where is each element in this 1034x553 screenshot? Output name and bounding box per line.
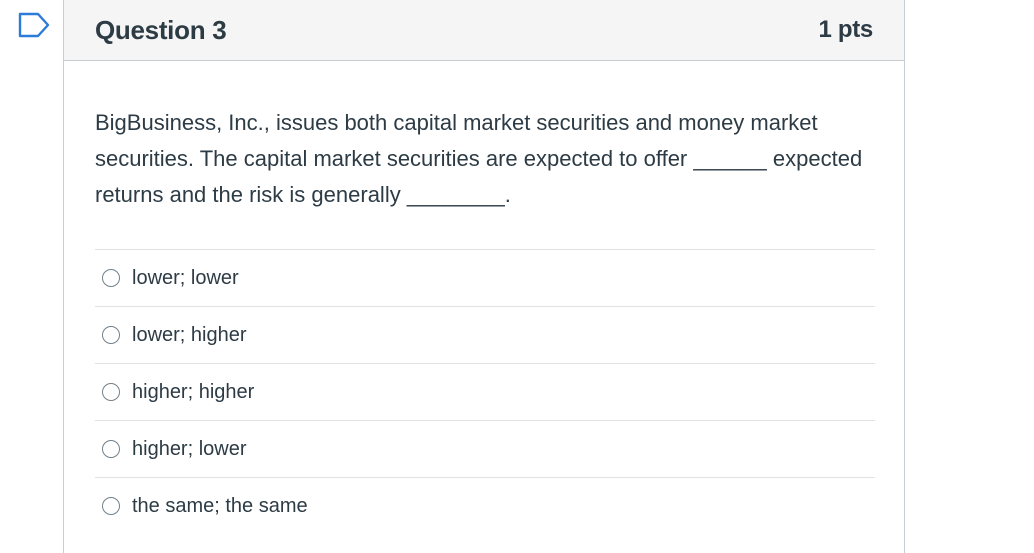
answer-label: the same; the same bbox=[132, 494, 308, 517]
answer-list: lower; lower lower; higher higher; highe… bbox=[95, 249, 875, 534]
answer-option[interactable]: higher; lower bbox=[95, 420, 875, 477]
question-card: Question 3 1 pts BigBusiness, Inc., issu… bbox=[63, 0, 905, 553]
answer-option[interactable]: lower; lower bbox=[95, 249, 875, 306]
bookmark-flag-icon[interactable] bbox=[17, 11, 51, 39]
question-header: Question 3 1 pts bbox=[64, 0, 904, 61]
answer-option[interactable]: higher; higher bbox=[95, 363, 875, 420]
question-points: 1 pts bbox=[818, 16, 873, 43]
answer-label: lower; lower bbox=[132, 266, 239, 289]
question-text: BigBusiness, Inc., issues both capital m… bbox=[95, 110, 863, 207]
answer-option[interactable]: lower; higher bbox=[95, 306, 875, 363]
answer-option[interactable]: the same; the same bbox=[95, 477, 875, 534]
radio-button[interactable] bbox=[102, 326, 120, 344]
answer-label: lower; higher bbox=[132, 323, 247, 346]
radio-button[interactable] bbox=[102, 383, 120, 401]
radio-button[interactable] bbox=[102, 440, 120, 458]
question-title: Question 3 bbox=[95, 14, 227, 45]
radio-button[interactable] bbox=[102, 269, 120, 287]
answer-label: higher; higher bbox=[132, 380, 255, 403]
radio-button[interactable] bbox=[102, 497, 120, 515]
question-body: BigBusiness, Inc., issues both capital m… bbox=[64, 61, 904, 534]
answer-label: higher; lower bbox=[132, 437, 247, 460]
